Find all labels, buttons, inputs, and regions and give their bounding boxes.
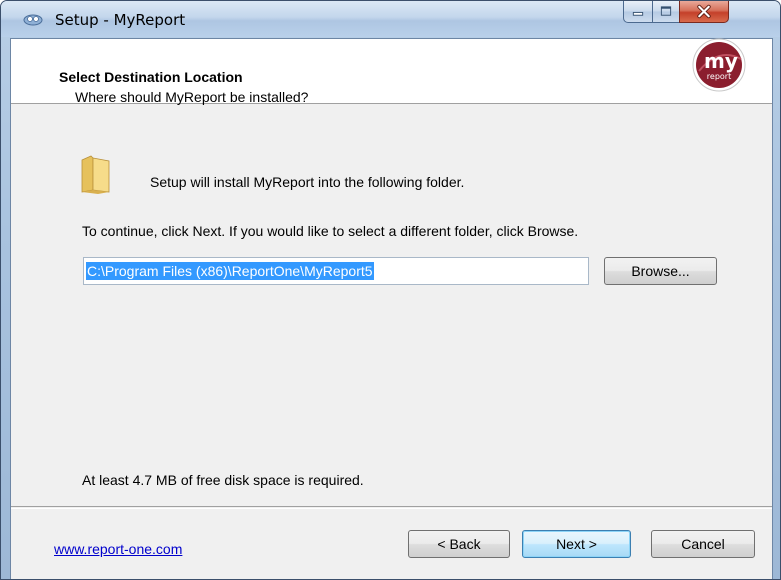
wizard-client-area: Select Destination Location Where should… xyxy=(10,38,773,579)
logo-top-text: my xyxy=(704,49,738,73)
instruction-text: To continue, click Next. If you would li… xyxy=(82,223,579,239)
folder-icon xyxy=(81,155,110,194)
page-subtitle: Where should MyReport be installed? xyxy=(75,89,309,105)
title-bar[interactable]: Setup - MyReport xyxy=(1,1,780,37)
page-title: Select Destination Location xyxy=(59,69,243,85)
cancel-button[interactable]: Cancel xyxy=(651,530,755,558)
install-intro-text: Setup will install MyReport into the fol… xyxy=(150,174,465,190)
back-button[interactable]: < Back xyxy=(408,530,510,558)
minimize-button[interactable] xyxy=(623,1,653,23)
window-title: Setup - MyReport xyxy=(55,11,186,29)
setup-window: Setup - MyReport Select Destination Loca… xyxy=(0,0,781,580)
setup-app-icon xyxy=(23,14,43,26)
myreport-logo: my report xyxy=(692,38,746,92)
minimize-icon xyxy=(632,11,644,16)
maximize-button[interactable] xyxy=(652,1,680,23)
close-icon xyxy=(697,4,711,19)
wizard-header: Select Destination Location Where should… xyxy=(11,39,772,105)
footer-divider xyxy=(11,506,772,509)
close-button[interactable] xyxy=(679,1,729,23)
maximize-icon xyxy=(660,6,672,16)
disk-space-text: At least 4.7 MB of free disk space is re… xyxy=(82,472,364,488)
logo-bottom-text: report xyxy=(707,72,731,81)
next-button[interactable]: Next > xyxy=(522,530,631,558)
destination-path-input[interactable]: C:\Program Files (x86)\ReportOne\MyRepor… xyxy=(83,257,589,285)
website-link[interactable]: www.report-one.com xyxy=(54,541,182,557)
browse-button[interactable]: Browse... xyxy=(604,257,717,285)
destination-path-value: C:\Program Files (x86)\ReportOne\MyRepor… xyxy=(86,262,374,280)
